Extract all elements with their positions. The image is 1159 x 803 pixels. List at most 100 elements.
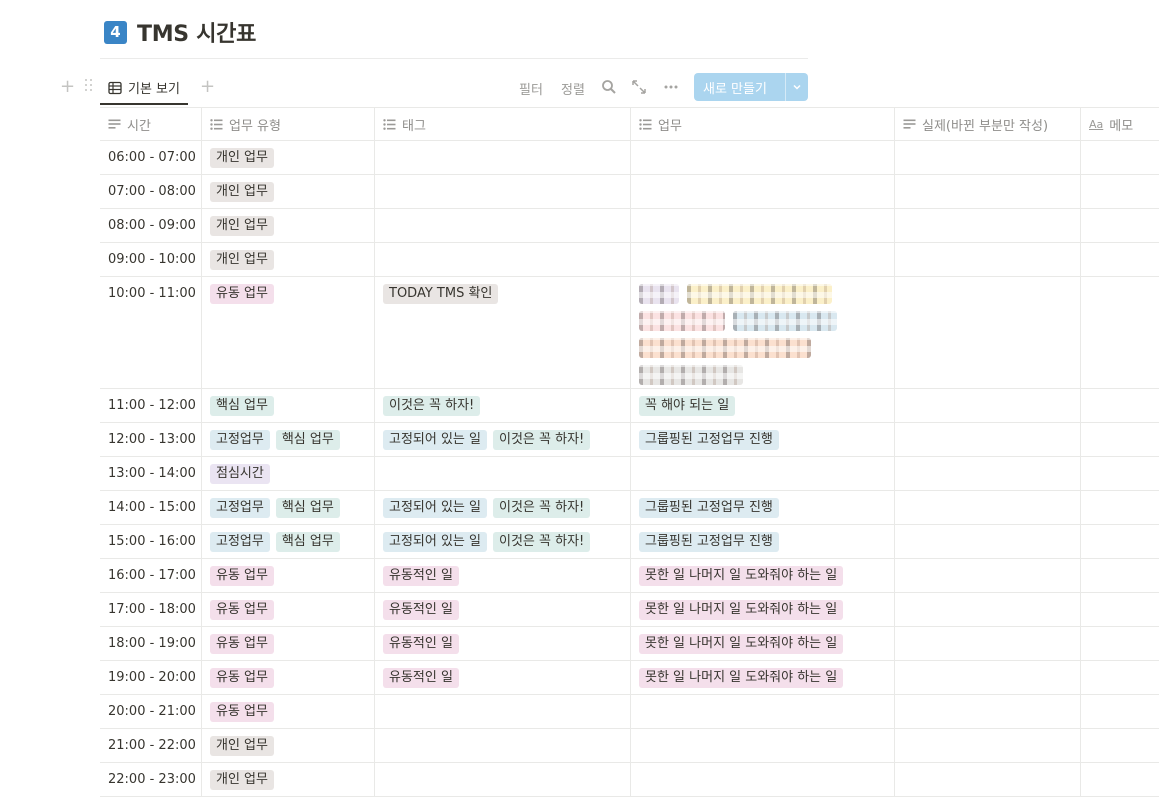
table-row[interactable]: 07:00 - 08:00 개인 업무	[100, 175, 1159, 209]
work-type-cell[interactable]: 점심시간	[202, 457, 375, 490]
task-cell[interactable]	[631, 209, 895, 242]
memo-cell[interactable]	[1081, 175, 1159, 208]
table-row[interactable]: 16:00 - 17:00 유동 업무 유동적인 일 못한 일 나머지 일 도와줘야 …	[100, 559, 1159, 593]
task-cell[interactable]: 못한 일 나머지 일 도와줘야 하는 일	[631, 593, 895, 626]
tag-cell[interactable]: 유동적인 일	[375, 559, 631, 592]
time-cell[interactable]: 16:00 - 17:00	[100, 559, 202, 592]
table-row[interactable]: 20:00 - 21:00 유동 업무	[100, 695, 1159, 729]
work-type-cell[interactable]: 개인 업무	[202, 243, 375, 276]
table-row[interactable]: 15:00 - 16:00 고정업무 핵심 업무 고정되어 있는 일 이것은 꼭 하자!…	[100, 525, 1159, 559]
actual-cell[interactable]	[895, 141, 1081, 174]
task-cell[interactable]	[631, 243, 895, 276]
tag-cell[interactable]: 이것은 꼭 하자!	[375, 389, 631, 422]
work-type-cell[interactable]: 핵심 업무	[202, 389, 375, 422]
actual-cell[interactable]	[895, 277, 1081, 388]
table-row[interactable]: 14:00 - 15:00 고정업무 핵심 업무 고정되어 있는 일 이것은 꼭 하자!…	[100, 491, 1159, 525]
table-row[interactable]: 08:00 - 09:00 개인 업무	[100, 209, 1159, 243]
actual-cell[interactable]	[895, 593, 1081, 626]
page-title[interactable]: TMS 시간표	[137, 16, 256, 48]
actual-cell[interactable]	[895, 695, 1081, 728]
actual-cell[interactable]	[895, 729, 1081, 762]
memo-cell[interactable]	[1081, 695, 1159, 728]
task-cell[interactable]: 그룹핑된 고정업무 진행	[631, 525, 895, 558]
actual-cell[interactable]	[895, 661, 1081, 694]
time-cell[interactable]: 18:00 - 19:00	[100, 627, 202, 660]
work-type-cell[interactable]: 개인 업무	[202, 729, 375, 762]
time-cell[interactable]: 15:00 - 16:00	[100, 525, 202, 558]
expand-icon[interactable]	[631, 79, 647, 95]
search-icon[interactable]	[601, 79, 617, 95]
work-type-cell[interactable]: 개인 업무	[202, 175, 375, 208]
time-cell[interactable]: 17:00 - 18:00	[100, 593, 202, 626]
tag-cell[interactable]: 유동적인 일	[375, 627, 631, 660]
work-type-cell[interactable]: 유동 업무	[202, 559, 375, 592]
tag-cell[interactable]: TODAY TMS 확인	[375, 277, 631, 388]
time-cell[interactable]: 14:00 - 15:00	[100, 491, 202, 524]
table-row[interactable]: 19:00 - 20:00 유동 업무 유동적인 일 못한 일 나머지 일 도와줘야 …	[100, 661, 1159, 695]
tag-cell[interactable]	[375, 175, 631, 208]
add-block-icon[interactable]: +	[60, 77, 75, 97]
table-row[interactable]: 22:00 - 23:00 개인 업무	[100, 763, 1159, 797]
table-row[interactable]: 06:00 - 07:00 개인 업무	[100, 141, 1159, 175]
table-row[interactable]: 10:00 - 11:00 유동 업무 TODAY TMS 확인	[100, 277, 1159, 389]
tag-cell[interactable]	[375, 763, 631, 796]
table-row[interactable]: 13:00 - 14:00 점심시간	[100, 457, 1159, 491]
work-type-cell[interactable]: 고정업무 핵심 업무	[202, 491, 375, 524]
work-type-cell[interactable]: 고정업무 핵심 업무	[202, 525, 375, 558]
column-header[interactable]: 업무	[631, 108, 895, 140]
column-header[interactable]: 시간	[100, 108, 202, 140]
time-cell[interactable]: 10:00 - 11:00	[100, 277, 202, 388]
tag-cell[interactable]: 유동적인 일	[375, 593, 631, 626]
work-type-cell[interactable]: 개인 업무	[202, 209, 375, 242]
work-type-cell[interactable]: 개인 업무	[202, 763, 375, 796]
task-cell[interactable]	[631, 729, 895, 762]
time-cell[interactable]: 21:00 - 22:00	[100, 729, 202, 762]
tag-cell[interactable]	[375, 729, 631, 762]
work-type-cell[interactable]: 유동 업무	[202, 627, 375, 660]
memo-cell[interactable]	[1081, 729, 1159, 762]
table-row[interactable]: 21:00 - 22:00 개인 업무	[100, 729, 1159, 763]
task-cell[interactable]: 못한 일 나머지 일 도와줘야 하는 일	[631, 661, 895, 694]
memo-cell[interactable]	[1081, 661, 1159, 694]
tag-cell[interactable]: 고정되어 있는 일 이것은 꼭 하자!	[375, 491, 631, 524]
task-cell[interactable]	[631, 277, 895, 388]
time-cell[interactable]: 07:00 - 08:00	[100, 175, 202, 208]
work-type-cell[interactable]: 유동 업무	[202, 277, 375, 388]
actual-cell[interactable]	[895, 175, 1081, 208]
column-header[interactable]: 업무 유형	[202, 108, 375, 140]
new-button[interactable]: 새로 만들기	[694, 73, 808, 101]
time-cell[interactable]: 08:00 - 09:00	[100, 209, 202, 242]
time-cell[interactable]: 11:00 - 12:00	[100, 389, 202, 422]
actual-cell[interactable]	[895, 559, 1081, 592]
tag-cell[interactable]	[375, 243, 631, 276]
column-header[interactable]: Aa 메모	[1081, 108, 1159, 140]
task-cell[interactable]	[631, 763, 895, 796]
sort-button[interactable]: 정렬	[561, 79, 585, 98]
table-row[interactable]: 17:00 - 18:00 유동 업무 유동적인 일 못한 일 나머지 일 도와줘야 …	[100, 593, 1159, 627]
task-cell[interactable]: 그룹핑된 고정업무 진행	[631, 491, 895, 524]
task-cell[interactable]: 못한 일 나머지 일 도와줘야 하는 일	[631, 627, 895, 660]
memo-cell[interactable]	[1081, 141, 1159, 174]
time-cell[interactable]: 20:00 - 21:00	[100, 695, 202, 728]
column-header[interactable]: 태그	[375, 108, 631, 140]
time-cell[interactable]: 22:00 - 23:00	[100, 763, 202, 796]
memo-cell[interactable]	[1081, 763, 1159, 796]
actual-cell[interactable]	[895, 525, 1081, 558]
time-cell[interactable]: 13:00 - 14:00	[100, 457, 202, 490]
filter-button[interactable]: 필터	[519, 79, 543, 98]
work-type-cell[interactable]: 고정업무 핵심 업무	[202, 423, 375, 456]
time-cell[interactable]: 09:00 - 10:00	[100, 243, 202, 276]
task-cell[interactable]	[631, 175, 895, 208]
task-cell[interactable]: 꼭 해야 되는 일	[631, 389, 895, 422]
work-type-cell[interactable]: 유동 업무	[202, 593, 375, 626]
time-cell[interactable]: 12:00 - 13:00	[100, 423, 202, 456]
actual-cell[interactable]	[895, 423, 1081, 456]
table-row[interactable]: 11:00 - 12:00 핵심 업무 이것은 꼭 하자! 꼭 해야 되는 일	[100, 389, 1159, 423]
tag-cell[interactable]: 고정되어 있는 일 이것은 꼭 하자!	[375, 423, 631, 456]
tag-cell[interactable]	[375, 209, 631, 242]
memo-cell[interactable]	[1081, 457, 1159, 490]
work-type-cell[interactable]: 개인 업무	[202, 141, 375, 174]
actual-cell[interactable]	[895, 627, 1081, 660]
actual-cell[interactable]	[895, 209, 1081, 242]
memo-cell[interactable]	[1081, 559, 1159, 592]
